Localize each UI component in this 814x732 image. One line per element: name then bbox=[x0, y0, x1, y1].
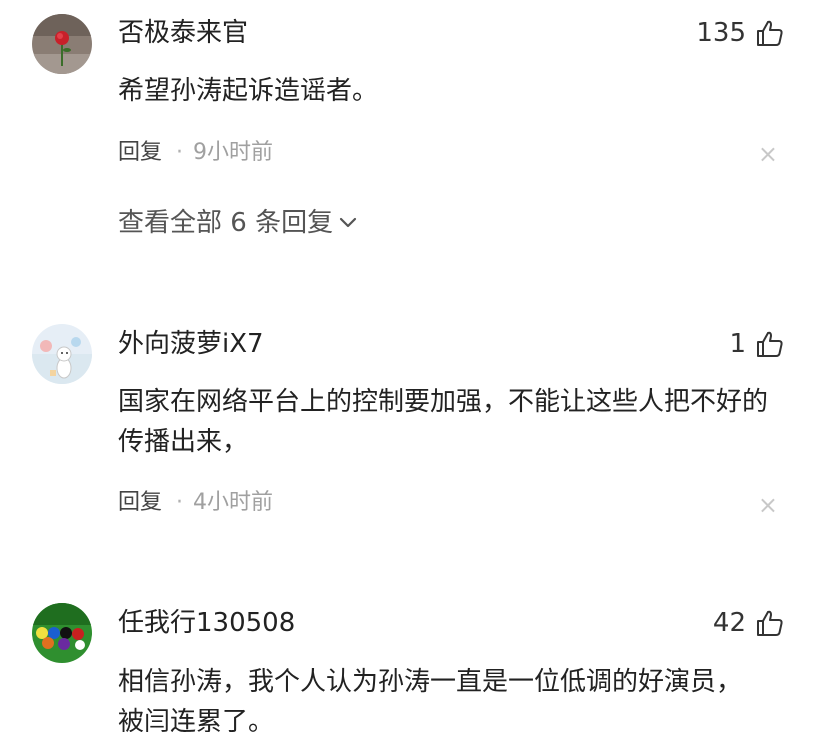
comment-text: 国家在网络平台上的控制要加强，不能让这些人把不好的传播出来， bbox=[118, 387, 769, 457]
meta-separator: · bbox=[176, 490, 184, 515]
like-count: 42 bbox=[712, 608, 746, 638]
user-avatar[interactable] bbox=[32, 603, 92, 663]
like-button[interactable]: 42 bbox=[713, 607, 784, 639]
username[interactable]: 否极泰来官 bbox=[118, 20, 248, 46]
user-avatar[interactable] bbox=[32, 14, 92, 74]
comment-time: 4小时前 bbox=[193, 490, 274, 515]
user-avatar[interactable] bbox=[32, 324, 92, 384]
close-icon[interactable]: × bbox=[758, 493, 778, 517]
comment-meta: 回复 · 9小时前 bbox=[118, 142, 273, 164]
view-all-replies-label: 查看全部 6 条回复 bbox=[118, 208, 334, 238]
like-count: 135 bbox=[696, 18, 746, 48]
comment-text: 相信孙涛，我个人认为孙涛一直是一位低调的好演员，被闫连累了。 bbox=[118, 667, 743, 732]
thumbs-up-icon bbox=[757, 331, 783, 357]
close-icon[interactable]: × bbox=[758, 142, 778, 166]
chevron-down-icon bbox=[339, 217, 357, 228]
username[interactable]: 外向菠萝iX7 bbox=[118, 331, 264, 357]
comment-text: 希望孙涛起诉造谣者。 bbox=[118, 76, 379, 106]
like-count: 1 bbox=[729, 329, 746, 359]
billiards-avatar-icon bbox=[32, 603, 92, 663]
username[interactable]: 任我行130508 bbox=[118, 610, 295, 636]
comment-time: 9小时前 bbox=[193, 140, 274, 165]
thumbs-up-icon bbox=[757, 20, 783, 46]
cartoon-avatar-icon bbox=[32, 324, 92, 384]
rose-avatar-icon bbox=[32, 14, 92, 74]
thumbs-up-icon bbox=[757, 610, 783, 636]
like-button[interactable]: 1 bbox=[729, 328, 784, 360]
meta-separator: · bbox=[176, 140, 184, 165]
like-button[interactable]: 135 bbox=[696, 17, 784, 49]
reply-button[interactable]: 回复 bbox=[118, 492, 162, 514]
view-all-replies-button[interactable]: 查看全部 6 条回复 bbox=[118, 210, 357, 236]
comment-meta: 回复 · 4小时前 bbox=[118, 492, 273, 514]
reply-button[interactable]: 回复 bbox=[118, 142, 162, 164]
